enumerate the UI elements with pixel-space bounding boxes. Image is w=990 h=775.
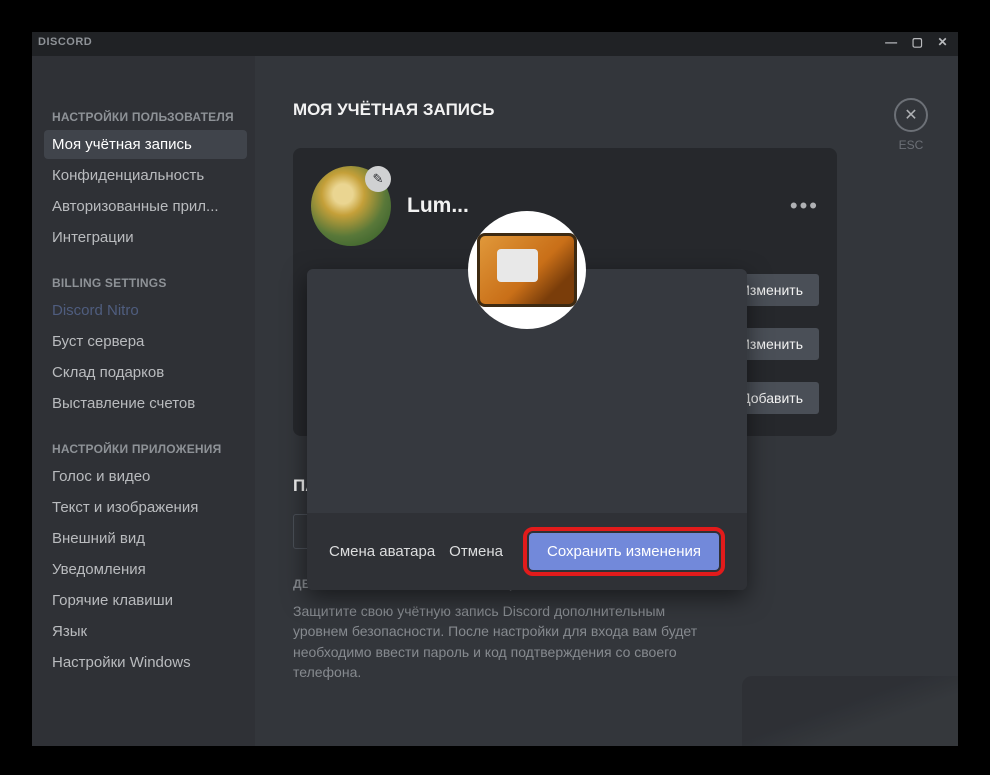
sidebar-item[interactable]: Моя учётная запись — [44, 130, 247, 159]
username-display: Lum... — [407, 194, 469, 218]
modal-avatar-preview[interactable] — [468, 211, 586, 329]
sidebar-item[interactable]: Интеграции — [44, 223, 247, 252]
close-settings-label: ESC — [894, 138, 928, 152]
modal-title: Смена аватара — [329, 543, 435, 560]
sidebar-item[interactable]: Внешний вид — [44, 524, 247, 553]
app-title: DISCORD — [38, 36, 92, 48]
edit-avatar-icon[interactable]: ✎ — [365, 166, 391, 192]
avatar-modal: Смена аватара Отмена Сохранить изменения — [307, 269, 747, 590]
close-button[interactable]: ✕ — [937, 35, 948, 49]
sidebar-item[interactable]: Горячие клавиши — [44, 586, 247, 615]
sidebar-item[interactable]: Discord Nitro — [44, 296, 247, 325]
sidebar-section-header: НАСТРОЙКИ ПРИЛОЖЕНИЯ — [52, 442, 239, 456]
sidebar-section-header: НАСТРОЙКИ ПОЛЬЗОВАТЕЛЯ — [52, 110, 239, 124]
sidebar-item[interactable]: Буст сервера — [44, 327, 247, 356]
more-options-icon[interactable]: ••• — [790, 193, 819, 219]
sidebar-section-header: BILLING SETTINGS — [52, 276, 239, 290]
modal-footer: Смена аватара Отмена Сохранить изменения — [307, 513, 747, 590]
sidebar-item[interactable]: Язык — [44, 617, 247, 646]
titlebar: DISCORD — ▢ ✕ — [32, 32, 958, 52]
sidebar-item[interactable]: Уведомления — [44, 555, 247, 584]
window-controls: — ▢ ✕ — [885, 35, 948, 49]
close-settings: ✕ ESC — [894, 98, 928, 152]
tv-icon — [477, 233, 576, 306]
minimize-button[interactable]: — — [885, 35, 898, 49]
save-button[interactable]: Сохранить изменения — [529, 533, 719, 570]
close-settings-button[interactable]: ✕ — [894, 98, 928, 132]
save-highlight: Сохранить изменения — [523, 527, 725, 576]
cancel-button[interactable]: Отмена — [435, 535, 517, 568]
sidebar-item[interactable]: Авторизованные прил... — [44, 192, 247, 221]
two-fa-description: Защитите свою учётную запись Discord доп… — [293, 601, 713, 682]
sidebar-item[interactable]: Выставление счетов — [44, 389, 247, 418]
decorative-illustration — [742, 676, 958, 746]
maximize-button[interactable]: ▢ — [912, 35, 924, 49]
sidebar-item[interactable]: Настройки Windows — [44, 648, 247, 677]
sidebar-item[interactable]: Конфиденциальность — [44, 161, 247, 190]
page-title: МОЯ УЧЁТНАЯ ЗАПИСЬ — [293, 100, 920, 120]
avatar[interactable]: ✎ — [311, 166, 391, 246]
sidebar-item[interactable]: Склад подарков — [44, 358, 247, 387]
sidebar-item[interactable]: Голос и видео — [44, 462, 247, 491]
settings-sidebar: НАСТРОЙКИ ПОЛЬЗОВАТЕЛЯ Моя учётная запись… — [32, 56, 255, 746]
app-window: DISCORD — ▢ ✕ НАСТРОЙКИ ПОЛЬЗОВАТЕЛЯ Моя … — [32, 32, 958, 746]
sidebar-item[interactable]: Текст и изображения — [44, 493, 247, 522]
